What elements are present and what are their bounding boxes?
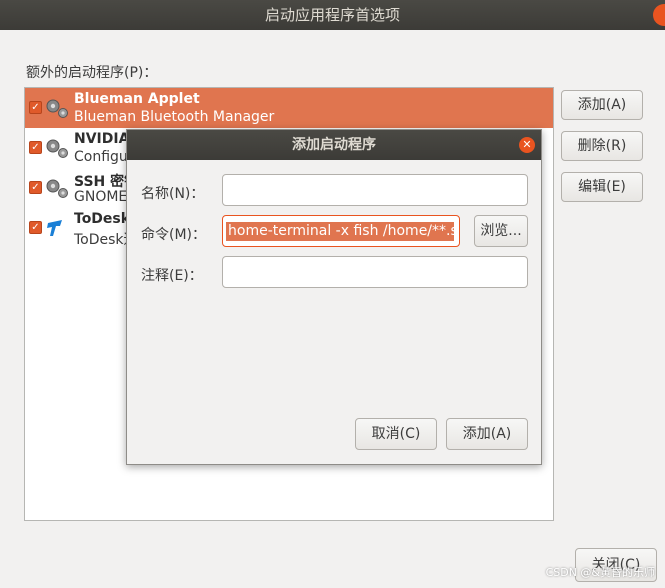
command-field[interactable]: home-terminal -x fish /home/**.sh <box>222 215 460 247</box>
enabled-checkbox[interactable]: ✓ <box>29 141 42 154</box>
dialog-add-button[interactable]: 添加(A) <box>446 418 528 450</box>
dialog-titlebar: 添加启动程序 ✕ <box>127 130 541 160</box>
todesk-icon <box>47 220 62 236</box>
add-startup-dialog: 添加启动程序 ✕ 名称(N)： 命令(M)： home-terminal -x … <box>126 129 542 465</box>
window-titlebar: 启动应用程序首选项 <box>0 0 665 30</box>
browse-button[interactable]: 浏览... <box>474 215 528 247</box>
window-title: 启动应用程序首选项 <box>264 6 400 24</box>
item-subtitle: GNOME <box>74 189 128 205</box>
item-title: NVIDIA <box>74 131 130 147</box>
command-label: 命令(M)： <box>141 227 207 243</box>
gears-icon <box>46 139 68 158</box>
enabled-checkbox[interactable]: ✓ <box>29 221 42 234</box>
dialog-title: 添加启动程序 <box>292 137 376 153</box>
item-subtitle: Blueman Bluetooth Manager <box>74 109 275 125</box>
item-title: Blueman Applet <box>74 91 200 107</box>
remove-button[interactable]: 删除(R) <box>561 131 643 161</box>
gears-icon <box>46 179 68 198</box>
name-label: 名称(N)： <box>141 186 205 202</box>
item-subtitle: Configur <box>74 149 134 165</box>
window-close-button[interactable] <box>653 4 665 26</box>
item-title: ToDesk <box>74 211 131 227</box>
command-selected-text: home-terminal -x fish /home/**.sh <box>226 222 454 241</box>
list-item[interactable]: ✓ Blueman Applet Blueman Bluetooth Manag… <box>25 88 553 128</box>
comment-label: 注释(E)： <box>141 268 203 284</box>
watermark: CSDN @&黄昏的乐师 <box>545 566 655 579</box>
cancel-button[interactable]: 取消(C) <box>355 418 437 450</box>
gears-icon <box>46 99 68 118</box>
name-field[interactable] <box>222 174 528 206</box>
enabled-checkbox[interactable]: ✓ <box>29 181 42 194</box>
enabled-checkbox[interactable]: ✓ <box>29 101 42 114</box>
comment-field[interactable] <box>222 256 528 288</box>
startup-list-label: 额外的启动程序(P)： <box>26 65 158 81</box>
add-button[interactable]: 添加(A) <box>561 90 643 120</box>
edit-button[interactable]: 编辑(E) <box>561 172 643 202</box>
dialog-close-icon[interactable]: ✕ <box>519 137 535 153</box>
